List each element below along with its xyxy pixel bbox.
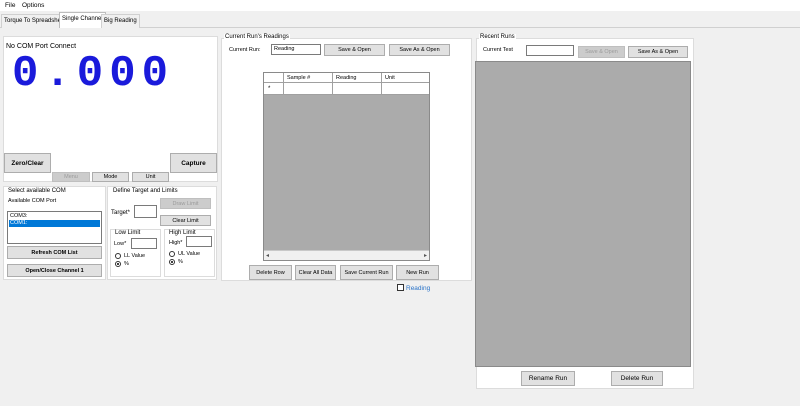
com-group-title: Select available COM xyxy=(7,188,67,194)
high-limit-input[interactable] xyxy=(186,236,212,247)
delete-run-button[interactable]: Delete Run xyxy=(611,371,663,386)
recent-runs-title: Recent Runs xyxy=(479,34,516,40)
current-run-input[interactable]: Reading xyxy=(271,44,321,55)
limits-group-title: Define Target and Limits xyxy=(112,188,179,194)
menu-button[interactable]: Menu xyxy=(52,172,90,182)
low-limit-input[interactable] xyxy=(131,238,157,249)
tab-big-reading[interactable]: Big Reading xyxy=(101,14,140,28)
save-open-button[interactable]: Save & Open xyxy=(324,44,385,56)
column-header-sample[interactable]: Sample # xyxy=(284,73,333,83)
save-current-run-button[interactable]: Save Current Run xyxy=(340,265,393,280)
low-ll-value-label: LL Value xyxy=(124,253,146,259)
recent-save-as-open-button[interactable]: Save As & Open xyxy=(628,46,688,58)
low-ll-value-radio[interactable] xyxy=(115,253,121,259)
target-input[interactable] xyxy=(134,205,157,218)
open-close-channel-button[interactable]: Open/Close Channel 1 xyxy=(7,264,102,277)
recent-runs-list[interactable] xyxy=(475,61,691,367)
horizontal-scrollbar[interactable]: ◂ ▸ xyxy=(264,250,429,260)
scroll-left-icon[interactable]: ◂ xyxy=(266,252,269,259)
high-label: High* xyxy=(169,240,183,246)
rename-run-button[interactable]: Rename Run xyxy=(521,371,575,386)
menu-file[interactable]: File xyxy=(5,2,15,9)
low-label: Low* xyxy=(114,241,127,247)
high-percent-radio[interactable] xyxy=(169,259,175,265)
high-percent-label: % xyxy=(178,259,183,265)
zero-clear-button[interactable]: Zero/Clear xyxy=(4,153,51,173)
current-test-label: Current Test xyxy=(483,47,513,53)
grid-cell[interactable] xyxy=(333,83,382,95)
delete-row-button[interactable]: Delete Row xyxy=(249,265,292,280)
new-row-marker: * xyxy=(264,83,284,95)
clear-all-data-button[interactable]: Clear All Data xyxy=(295,265,336,280)
low-percent-label: % xyxy=(124,261,129,267)
grid-row-header xyxy=(264,73,284,83)
com-port-item[interactable]: COM3: xyxy=(9,213,100,220)
high-ul-value-label: UL Value xyxy=(178,251,201,257)
scroll-right-icon[interactable]: ▸ xyxy=(424,252,427,259)
com-port-item-selected[interactable]: COM1: xyxy=(9,220,100,227)
com-port-list[interactable]: COM3: COM1: xyxy=(7,211,102,244)
menu-bar: File Options xyxy=(0,0,800,11)
tab-single-channel[interactable]: Single Channel xyxy=(59,12,106,28)
current-run-title: Current Run's Readings xyxy=(224,34,290,40)
clear-limit-button[interactable]: Clear Limit xyxy=(160,215,211,226)
mode-button[interactable]: Mode xyxy=(92,172,129,182)
column-header-reading[interactable]: Reading xyxy=(333,73,382,83)
capture-button[interactable]: Capture xyxy=(170,153,217,173)
low-limit-title: Low Limit xyxy=(114,230,142,236)
column-header-unit[interactable]: Unit xyxy=(382,73,429,83)
unit-button[interactable]: Unit xyxy=(132,172,169,182)
recent-save-open-button[interactable]: Save & Open xyxy=(578,46,625,58)
save-as-open-button[interactable]: Save As & Open xyxy=(389,44,450,56)
high-ul-value-radio[interactable] xyxy=(169,251,175,257)
grid-header: Sample # Reading Unit xyxy=(264,73,429,83)
current-test-input[interactable] xyxy=(526,45,574,56)
readings-grid[interactable]: Sample # Reading Unit * ◂ ▸ xyxy=(263,72,430,261)
grid-cell[interactable] xyxy=(382,83,429,95)
new-run-button[interactable]: New Run xyxy=(396,265,439,280)
com-port-label: Available COM Port xyxy=(8,198,57,204)
draw-limit-button[interactable]: Draw Limit xyxy=(160,198,211,209)
menu-options[interactable]: Options xyxy=(22,2,44,9)
reading-display: 0.000 xyxy=(12,49,175,99)
reading-checkbox-label[interactable]: Reading xyxy=(406,285,430,292)
low-percent-radio[interactable] xyxy=(115,261,121,267)
target-label: Target* xyxy=(111,210,131,216)
current-run-label: Current Run: xyxy=(229,47,261,53)
reading-checkbox[interactable] xyxy=(397,284,404,291)
table-row[interactable]: * xyxy=(264,83,429,95)
grid-cell[interactable] xyxy=(284,83,333,95)
refresh-com-button[interactable]: Refresh COM List xyxy=(7,246,102,259)
tab-strip: Torque To Spreadsheet Single Channel Big… xyxy=(0,12,800,28)
